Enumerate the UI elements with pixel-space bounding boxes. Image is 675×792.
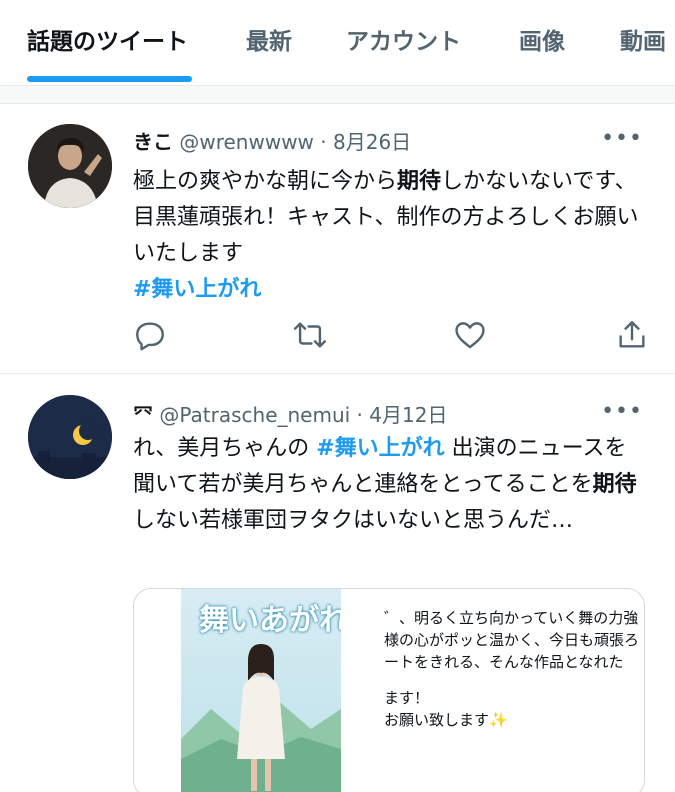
avatar[interactable] [28, 124, 112, 208]
tweet-header: 㓁 @Patrasche_nemui · 4月12日 [133, 399, 447, 428]
hashtag-link[interactable]: #舞い上がれ [133, 277, 261, 302]
avatar[interactable] [28, 395, 112, 479]
highlighted-keyword: 期待 [397, 169, 442, 194]
tweet-text-part: しない若様軍団ヲタクはいないと思うんだ… [133, 508, 574, 533]
like-icon[interactable] [453, 318, 487, 352]
caption-line: 様の心がポッと温かく、今日も頑張ろ [384, 631, 640, 649]
more-options-icon[interactable]: ••• [601, 399, 643, 424]
retweet-icon[interactable] [293, 318, 327, 352]
tweet-header: きこ @wrenwwww · 8月26日 [133, 126, 411, 155]
hashtag-link[interactable]: #舞い上がれ [316, 436, 444, 461]
tweet[interactable]: 㓁 @Patrasche_nemui · 4月12日 ••• れ、美月ちゃんの … [0, 375, 675, 792]
caption-line: ます！ [384, 689, 430, 707]
tweet-text: れ、美月ちゃんの #舞い上がれ 出演のニュースを聞いて若が美月ちゃんと連絡をとっ… [133, 431, 643, 539]
tab-videos[interactable]: 動画 [620, 22, 666, 56]
avatar-photo-icon [28, 124, 112, 208]
tweet-text-part: れ、美月ちゃんの [133, 436, 317, 461]
tab-accounts[interactable]: アカウント [346, 22, 461, 56]
card-caption: ゛、明るく立ち向かっていく舞の力強 様の心がポッと温かく、今日も頑張ろ ートをき… [384, 607, 644, 731]
crescent-moon-icon [28, 395, 112, 479]
tab-top[interactable]: 話題のツイート [27, 22, 188, 56]
separator: · [350, 403, 370, 427]
reply-icon[interactable] [133, 318, 167, 352]
tab-bar: 話題のツイート 最新 アカウント 画像 動画 [0, 0, 675, 86]
caption-line [384, 673, 644, 687]
poster-image[interactable]: 舞いあがれ! [181, 589, 341, 792]
timestamp[interactable]: 8月26日 [333, 130, 411, 154]
handle[interactable]: @Patrasche_nemui [159, 403, 350, 427]
tab-images[interactable]: 画像 [519, 22, 565, 56]
display-name[interactable]: 㓁 [133, 403, 153, 427]
section-divider [0, 86, 675, 104]
tweet-text: 極上の爽やかな朝に今から期待しかないないです、目黒蓮頑張れ！キャスト、制作の方よ… [133, 164, 643, 308]
tab-latest[interactable]: 最新 [246, 22, 292, 56]
poster-title: 舞いあがれ! [199, 603, 341, 638]
timestamp[interactable]: 4月12日 [369, 403, 447, 427]
display-name[interactable]: きこ [133, 130, 173, 154]
tweet[interactable]: きこ @wrenwwww · 8月26日 ••• 極上の爽やかな朝に今から期待し… [0, 104, 675, 374]
handle[interactable]: @wrenwwww [179, 130, 314, 154]
caption-line: ートをきれる、そんな作品となれた [384, 653, 624, 671]
caption-line: お願い致します✨ [384, 711, 508, 729]
media-card[interactable]: 舞いあがれ! ゛、明るく立ち向かっていく舞の力強 様の心がポッと温かく、今日も頑… [133, 588, 645, 792]
tweet-text-part: 極上の爽やかな朝に今から [133, 169, 398, 194]
share-icon[interactable] [615, 318, 649, 352]
caption-line: ゛、明るく立ち向かっていく舞の力強 [384, 609, 639, 627]
active-tab-indicator [27, 76, 192, 82]
tweet-actions [133, 318, 653, 354]
more-options-icon[interactable]: ••• [601, 126, 643, 151]
separator: · [313, 130, 333, 154]
highlighted-keyword: 期待 [592, 472, 637, 497]
